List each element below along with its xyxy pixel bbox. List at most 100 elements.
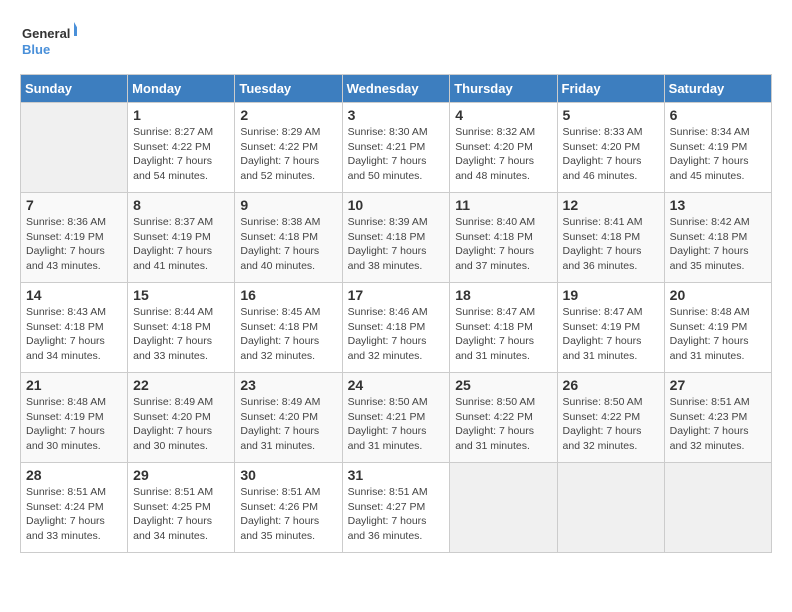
- day-info: Sunrise: 8:49 AM Sunset: 4:20 PM Dayligh…: [133, 395, 229, 454]
- day-number: 23: [240, 377, 336, 393]
- day-info: Sunrise: 8:41 AM Sunset: 4:18 PM Dayligh…: [563, 215, 659, 274]
- day-info: Sunrise: 8:32 AM Sunset: 4:20 PM Dayligh…: [455, 125, 551, 184]
- day-number: 17: [348, 287, 445, 303]
- day-number: 6: [670, 107, 766, 123]
- calendar-cell: 17 Sunrise: 8:46 AM Sunset: 4:18 PM Dayli…: [342, 283, 450, 373]
- day-number: 31: [348, 467, 445, 483]
- calendar-cell: [557, 463, 664, 553]
- day-number: 7: [26, 197, 122, 213]
- day-info: Sunrise: 8:49 AM Sunset: 4:20 PM Dayligh…: [240, 395, 336, 454]
- day-number: 28: [26, 467, 122, 483]
- calendar-cell: [21, 103, 128, 193]
- day-number: 25: [455, 377, 551, 393]
- day-number: 13: [670, 197, 766, 213]
- day-info: Sunrise: 8:34 AM Sunset: 4:19 PM Dayligh…: [670, 125, 766, 184]
- day-number: 30: [240, 467, 336, 483]
- day-number: 22: [133, 377, 229, 393]
- calendar-cell: 13 Sunrise: 8:42 AM Sunset: 4:18 PM Dayli…: [664, 193, 771, 283]
- day-info: Sunrise: 8:47 AM Sunset: 4:19 PM Dayligh…: [563, 305, 659, 364]
- day-number: 27: [670, 377, 766, 393]
- calendar-cell: 25 Sunrise: 8:50 AM Sunset: 4:22 PM Dayli…: [450, 373, 557, 463]
- day-info: Sunrise: 8:40 AM Sunset: 4:18 PM Dayligh…: [455, 215, 551, 274]
- day-info: Sunrise: 8:47 AM Sunset: 4:18 PM Dayligh…: [455, 305, 551, 364]
- calendar-cell: 16 Sunrise: 8:45 AM Sunset: 4:18 PM Dayli…: [235, 283, 342, 373]
- day-number: 2: [240, 107, 336, 123]
- day-number: 15: [133, 287, 229, 303]
- day-info: Sunrise: 8:36 AM Sunset: 4:19 PM Dayligh…: [26, 215, 122, 274]
- calendar-week-row: 7 Sunrise: 8:36 AM Sunset: 4:19 PM Daylig…: [21, 193, 772, 283]
- calendar-cell: 28 Sunrise: 8:51 AM Sunset: 4:24 PM Dayli…: [21, 463, 128, 553]
- day-info: Sunrise: 8:50 AM Sunset: 4:22 PM Dayligh…: [455, 395, 551, 454]
- calendar-cell: 27 Sunrise: 8:51 AM Sunset: 4:23 PM Dayli…: [664, 373, 771, 463]
- calendar-cell: 1 Sunrise: 8:27 AM Sunset: 4:22 PM Daylig…: [128, 103, 235, 193]
- svg-text:Blue: Blue: [22, 42, 50, 57]
- day-info: Sunrise: 8:48 AM Sunset: 4:19 PM Dayligh…: [26, 395, 122, 454]
- day-info: Sunrise: 8:51 AM Sunset: 4:23 PM Dayligh…: [670, 395, 766, 454]
- day-info: Sunrise: 8:33 AM Sunset: 4:20 PM Dayligh…: [563, 125, 659, 184]
- calendar-cell: 10Sunrise: 8:39 AM Sunset: 4:18 PM Dayli…: [342, 193, 450, 283]
- day-number: 24: [348, 377, 445, 393]
- day-number: 11: [455, 197, 551, 213]
- calendar-cell: 6 Sunrise: 8:34 AM Sunset: 4:19 PM Daylig…: [664, 103, 771, 193]
- day-number: 12: [563, 197, 659, 213]
- calendar-week-row: 28 Sunrise: 8:51 AM Sunset: 4:24 PM Dayli…: [21, 463, 772, 553]
- calendar-cell: 23 Sunrise: 8:49 AM Sunset: 4:20 PM Dayli…: [235, 373, 342, 463]
- day-info: Sunrise: 8:51 AM Sunset: 4:25 PM Dayligh…: [133, 485, 229, 544]
- calendar-cell: 3Sunrise: 8:30 AM Sunset: 4:21 PM Daylig…: [342, 103, 450, 193]
- calendar-cell: 22 Sunrise: 8:49 AM Sunset: 4:20 PM Dayli…: [128, 373, 235, 463]
- calendar-cell: [664, 463, 771, 553]
- calendar-cell: 15Sunrise: 8:44 AM Sunset: 4:18 PM Dayli…: [128, 283, 235, 373]
- calendar-cell: 11 Sunrise: 8:40 AM Sunset: 4:18 PM Dayli…: [450, 193, 557, 283]
- logo-icon: General Blue: [20, 20, 80, 64]
- logo: General Blue: [20, 20, 80, 64]
- day-number: 18: [455, 287, 551, 303]
- day-info: Sunrise: 8:27 AM Sunset: 4:22 PM Dayligh…: [133, 125, 229, 184]
- day-info: Sunrise: 8:51 AM Sunset: 4:27 PM Dayligh…: [348, 485, 445, 544]
- page-header: General Blue: [20, 20, 772, 64]
- calendar-cell: 4 Sunrise: 8:32 AM Sunset: 4:20 PM Daylig…: [450, 103, 557, 193]
- calendar-cell: 30 Sunrise: 8:51 AM Sunset: 4:26 PM Dayli…: [235, 463, 342, 553]
- calendar-week-row: 14 Sunrise: 8:43 AM Sunset: 4:18 PM Dayli…: [21, 283, 772, 373]
- day-number: 1: [133, 107, 229, 123]
- calendar-cell: 9 Sunrise: 8:38 AM Sunset: 4:18 PM Daylig…: [235, 193, 342, 283]
- calendar-cell: 26Sunrise: 8:50 AM Sunset: 4:22 PM Dayli…: [557, 373, 664, 463]
- calendar-cell: 2 Sunrise: 8:29 AM Sunset: 4:22 PM Daylig…: [235, 103, 342, 193]
- day-info: Sunrise: 8:29 AM Sunset: 4:22 PM Dayligh…: [240, 125, 336, 184]
- day-number: 19: [563, 287, 659, 303]
- day-number: 16: [240, 287, 336, 303]
- calendar-dow-header: Tuesday: [235, 75, 342, 103]
- day-number: 10: [348, 197, 445, 213]
- day-info: Sunrise: 8:37 AM Sunset: 4:19 PM Dayligh…: [133, 215, 229, 274]
- day-info: Sunrise: 8:42 AM Sunset: 4:18 PM Dayligh…: [670, 215, 766, 274]
- svg-text:General: General: [22, 26, 70, 41]
- day-info: Sunrise: 8:50 AM Sunset: 4:22 PM Dayligh…: [563, 395, 659, 454]
- calendar-header-row: SundayMondayTuesdayWednesdayThursdayFrid…: [21, 75, 772, 103]
- calendar-dow-header: Sunday: [21, 75, 128, 103]
- day-info: Sunrise: 8:46 AM Sunset: 4:18 PM Dayligh…: [348, 305, 445, 364]
- calendar-cell: 24Sunrise: 8:50 AM Sunset: 4:21 PM Dayli…: [342, 373, 450, 463]
- calendar-cell: 14 Sunrise: 8:43 AM Sunset: 4:18 PM Dayli…: [21, 283, 128, 373]
- calendar-dow-header: Thursday: [450, 75, 557, 103]
- day-info: Sunrise: 8:45 AM Sunset: 4:18 PM Dayligh…: [240, 305, 336, 364]
- calendar-cell: 21Sunrise: 8:48 AM Sunset: 4:19 PM Dayli…: [21, 373, 128, 463]
- day-info: Sunrise: 8:51 AM Sunset: 4:26 PM Dayligh…: [240, 485, 336, 544]
- day-info: Sunrise: 8:43 AM Sunset: 4:18 PM Dayligh…: [26, 305, 122, 364]
- calendar-dow-header: Friday: [557, 75, 664, 103]
- calendar-table: SundayMondayTuesdayWednesdayThursdayFrid…: [20, 74, 772, 553]
- calendar-cell: 18 Sunrise: 8:47 AM Sunset: 4:18 PM Dayli…: [450, 283, 557, 373]
- calendar-cell: 5Sunrise: 8:33 AM Sunset: 4:20 PM Daylig…: [557, 103, 664, 193]
- day-number: 4: [455, 107, 551, 123]
- day-number: 14: [26, 287, 122, 303]
- day-info: Sunrise: 8:38 AM Sunset: 4:18 PM Dayligh…: [240, 215, 336, 274]
- day-number: 20: [670, 287, 766, 303]
- calendar-dow-header: Saturday: [664, 75, 771, 103]
- day-info: Sunrise: 8:48 AM Sunset: 4:19 PM Dayligh…: [670, 305, 766, 364]
- calendar-cell: [450, 463, 557, 553]
- calendar-cell: 29Sunrise: 8:51 AM Sunset: 4:25 PM Dayli…: [128, 463, 235, 553]
- calendar-dow-header: Wednesday: [342, 75, 450, 103]
- day-number: 9: [240, 197, 336, 213]
- calendar-cell: 31 Sunrise: 8:51 AM Sunset: 4:27 PM Dayli…: [342, 463, 450, 553]
- day-info: Sunrise: 8:51 AM Sunset: 4:24 PM Dayligh…: [26, 485, 122, 544]
- calendar-cell: 19 Sunrise: 8:47 AM Sunset: 4:19 PM Dayli…: [557, 283, 664, 373]
- calendar-week-row: 1 Sunrise: 8:27 AM Sunset: 4:22 PM Daylig…: [21, 103, 772, 193]
